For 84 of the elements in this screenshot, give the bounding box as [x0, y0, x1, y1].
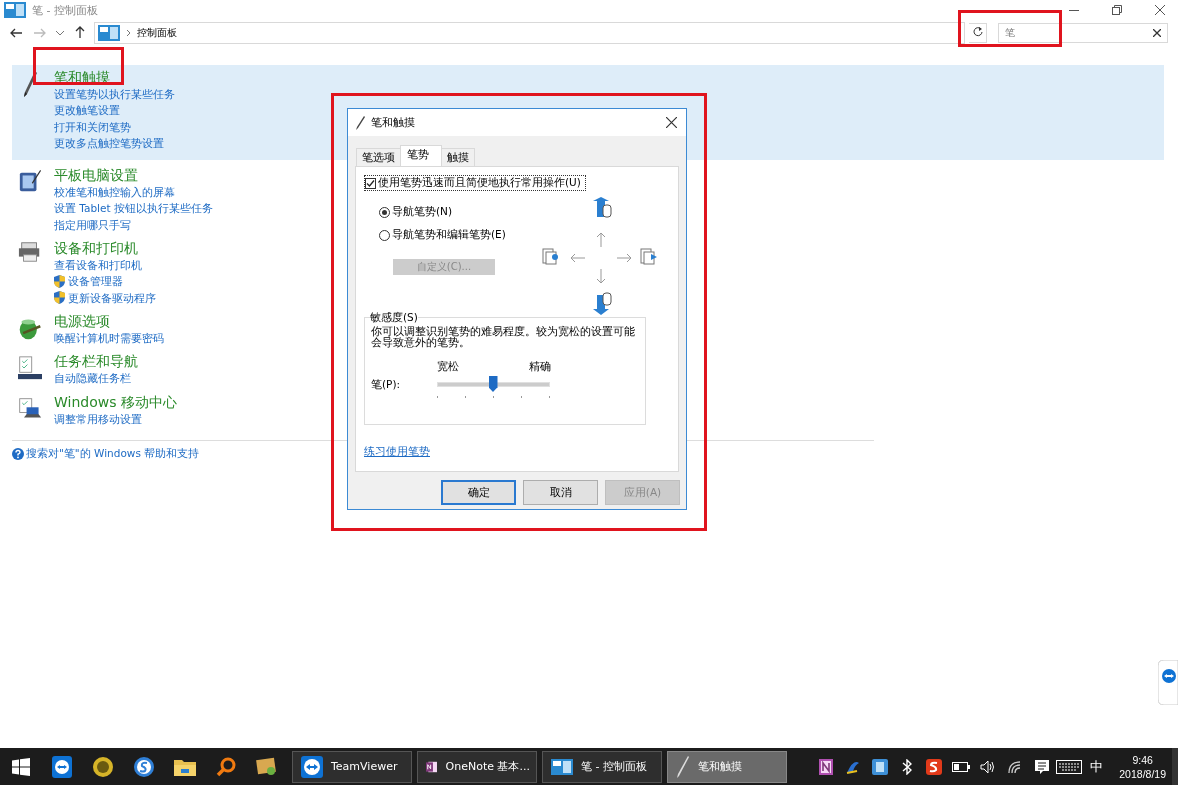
s-logo-icon[interactable] — [925, 758, 942, 775]
task-link[interactable]: 设备管理器 — [54, 273, 156, 290]
sensitivity-slider[interactable] — [437, 376, 550, 392]
keyboard-icon[interactable] — [1055, 759, 1082, 774]
teamviewer-icon — [301, 755, 323, 778]
taskbar-button[interactable]: 笔 - 控制面板 — [542, 750, 662, 783]
category-title[interactable]: 电源选项 — [54, 311, 164, 330]
category-title[interactable]: 平板电脑设置 — [54, 166, 213, 185]
clock[interactable]: 9:46 2018/8/19 — [1111, 752, 1172, 781]
radio-label[interactable]: 导航笔势和编辑笔势(E) — [392, 228, 506, 242]
pen-icon — [356, 115, 365, 130]
task-link[interactable]: 校准笔和触控输入的屏幕 — [54, 184, 213, 201]
radio-label[interactable]: 导航笔势(N) — [392, 205, 453, 219]
search-field[interactable]: 笔 — [1005, 27, 1153, 39]
max-label: 精确 — [529, 360, 551, 374]
notebook-icon[interactable] — [818, 758, 833, 775]
task-link[interactable]: 指定用哪只手写 — [54, 216, 213, 234]
battery-icon[interactable] — [951, 761, 970, 772]
category-title[interactable]: Windows 移动中心 — [54, 392, 177, 411]
category-title[interactable]: 任务栏和导航 — [54, 352, 138, 371]
dialog-button[interactable]: 取消 — [523, 480, 598, 505]
pen-icon — [676, 754, 690, 779]
s-circle-icon[interactable] — [132, 755, 155, 778]
taskbar-button[interactable]: 笔和触摸 — [667, 750, 787, 783]
close-icon[interactable] — [665, 117, 677, 128]
task-link[interactable]: 更改多点触控笔势设置 — [54, 134, 175, 152]
radio-circle[interactable] — [379, 206, 390, 218]
printer-icon — [18, 241, 42, 264]
task-link[interactable]: 设置笔势以执行某些任务 — [54, 86, 175, 103]
dialog-button[interactable]: 确定 — [441, 480, 516, 505]
search-box[interactable]: 笔 — [998, 23, 1168, 43]
wifi-icon[interactable] — [1006, 759, 1023, 774]
input-method-indicator[interactable]: 中 — [1082, 757, 1112, 776]
task-link[interactable]: 自动隐藏任务栏 — [54, 370, 138, 387]
bluetooth-icon[interactable] — [901, 758, 912, 775]
practice-link[interactable]: 练习使用笔势 — [364, 445, 430, 459]
refresh-icon[interactable] — [972, 27, 983, 37]
teamviewer-icon[interactable] — [51, 755, 72, 778]
help-icon — [12, 447, 24, 460]
refresh-button[interactable] — [969, 23, 987, 43]
task-link[interactable]: 更新设备驱动程序 — [54, 289, 156, 306]
task-link[interactable]: 更改触笔设置 — [54, 102, 175, 119]
task-link[interactable]: 查看设备和打印机 — [54, 257, 156, 274]
description-text: 你可以调整识别笔势的难易程度。较为宽松的设置可能会导致意外的笔势。 — [371, 326, 636, 348]
volume-icon[interactable] — [979, 759, 996, 774]
magnifier-icon[interactable] — [215, 756, 236, 777]
control-panel-icon — [551, 758, 573, 775]
app-icon[interactable] — [871, 758, 888, 775]
pen-icon — [23, 70, 37, 98]
tiles-icon[interactable] — [255, 756, 278, 777]
dialog-title: 笔和触摸 — [371, 115, 415, 130]
tab[interactable]: 笔选项 — [356, 148, 401, 166]
task-link[interactable]: 唤醒计算机时需要密码 — [54, 329, 164, 347]
tab[interactable]: 笔势 — [400, 145, 442, 166]
folder-icon[interactable] — [173, 757, 196, 776]
category-title[interactable]: 设备和打印机 — [54, 239, 156, 258]
shield-icon — [54, 291, 65, 305]
help-link[interactable]: 搜索对"笔"的 Windows 帮助和支持 — [26, 446, 200, 461]
task-link[interactable]: 调整常用移动设置 — [54, 410, 177, 427]
checkmark-icon — [366, 178, 375, 188]
minimize-icon[interactable] — [1068, 9, 1079, 11]
windows-start-icon[interactable] — [11, 757, 30, 776]
chevron-icon — [126, 29, 131, 37]
tab[interactable]: 触摸 — [441, 148, 475, 166]
history-dropdown-button[interactable] — [54, 28, 66, 38]
task-link[interactable]: 设置 Tablet 按钮以执行某些任务 — [54, 200, 213, 217]
slider-label: 笔(P): — [371, 377, 402, 392]
checkbox[interactable]: 使用笔势迅速而且简便地执行常用操作(U) — [364, 175, 586, 191]
shield-icon — [54, 275, 65, 288]
close-icon[interactable] — [1154, 5, 1165, 15]
min-label: 宽松 — [437, 360, 459, 374]
window-title: 笔 - 控制面板 — [32, 2, 98, 18]
notification-icon[interactable] — [1033, 758, 1050, 775]
group-label: 敏感度(S) — [370, 311, 418, 323]
slider-thumb[interactable] — [488, 376, 498, 392]
teamviewer-tab-icon[interactable] — [1158, 660, 1178, 705]
control-panel-icon — [98, 25, 120, 41]
radio-circle[interactable] — [379, 229, 390, 241]
address-field[interactable]: 控制面板 — [94, 22, 965, 44]
taskbar-button[interactable]: OneNote 基本... — [417, 750, 537, 783]
taskbar-button[interactable]: TeamViewer — [292, 750, 412, 783]
task-link[interactable]: 打开和关闭笔势 — [54, 118, 175, 135]
restore-icon[interactable] — [1111, 5, 1122, 15]
clear-search-button[interactable] — [1153, 27, 1161, 39]
